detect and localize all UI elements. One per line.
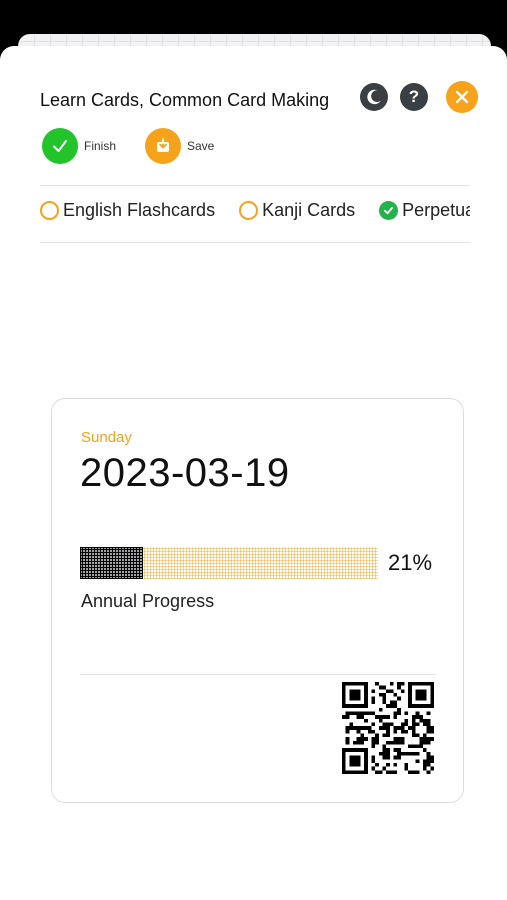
progress-remaining: [142, 547, 378, 579]
tab-label: English Flashcards: [63, 200, 216, 220]
tab-perpetual[interactable]: Perpetual: [379, 200, 470, 221]
tab-label: Perpetual: [402, 200, 470, 220]
template-tabs: English Flashcards Kanji Cards Perpetual: [40, 200, 470, 230]
progress-filled: [80, 547, 143, 579]
save-icon-circle: [145, 128, 181, 164]
question-mark-icon: ?: [408, 87, 420, 106]
calendar-card-preview: Sunday 2023-03-19 21% Annual Progress: [51, 398, 464, 803]
save-button[interactable]: Save: [145, 128, 214, 164]
close-button[interactable]: [446, 81, 478, 113]
moon-icon: [367, 89, 381, 105]
page-title: Learn Cards, Common Card Making: [40, 90, 330, 110]
finish-icon-circle: [42, 128, 78, 164]
radio-unchecked-icon: [239, 201, 259, 220]
checkmark-icon: [53, 140, 67, 152]
theme-toggle-button[interactable]: [360, 83, 388, 111]
weekday-label: Sunday: [81, 429, 132, 446]
qr-code-icon: [342, 682, 434, 774]
tab-label: Kanji Cards: [262, 200, 356, 220]
annual-progress-bar: [80, 547, 378, 579]
divider-top: [40, 185, 470, 186]
radio-unchecked-icon: [40, 201, 59, 220]
close-icon: [455, 90, 469, 104]
help-button[interactable]: ?: [400, 83, 428, 111]
divider-bottom: [40, 242, 470, 243]
tab-english-flashcards[interactable]: English Flashcards: [40, 200, 215, 221]
finish-label: Finish: [84, 139, 117, 153]
progress-percent: 21%: [388, 550, 433, 575]
date-label: 2023-03-19: [80, 451, 290, 495]
tab-kanji-cards[interactable]: Kanji Cards: [239, 200, 355, 221]
card-divider: [80, 674, 436, 675]
finish-button[interactable]: Finish: [42, 128, 116, 164]
radio-checked-icon: [379, 201, 399, 220]
save-label: Save: [187, 139, 215, 153]
save-tray-icon: [157, 138, 169, 152]
progress-label: Annual Progress: [81, 591, 215, 611]
